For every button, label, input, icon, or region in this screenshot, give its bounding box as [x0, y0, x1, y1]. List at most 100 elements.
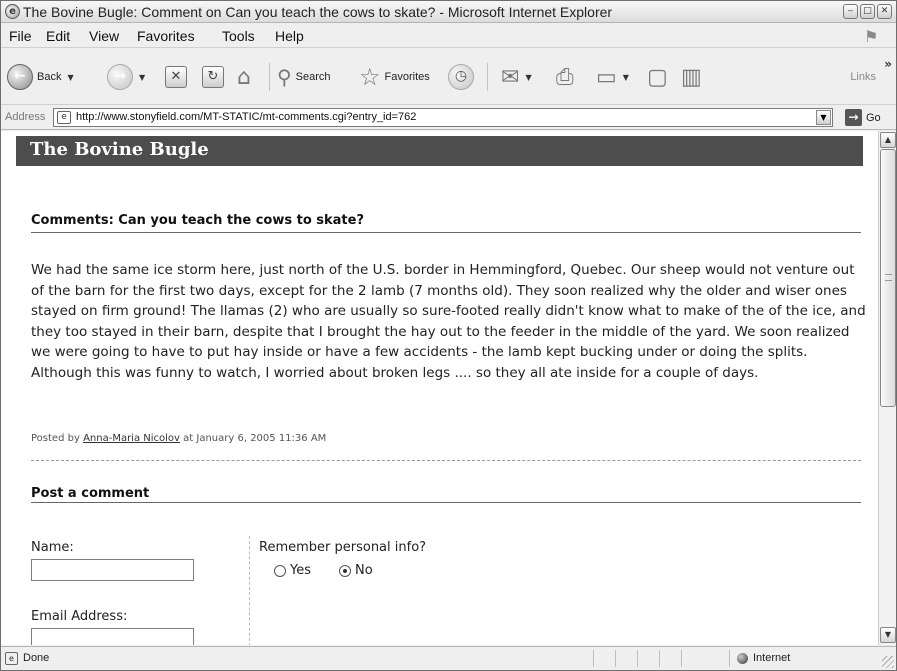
status-text: Done: [23, 652, 50, 664]
name-label: Name:: [31, 540, 74, 555]
toolbar-separator: [269, 63, 270, 91]
edit-button[interactable]: ▭ ▼: [596, 49, 629, 105]
refresh-icon: ↻: [202, 66, 224, 88]
go-arrow-icon: →: [845, 109, 862, 126]
remember-no-option[interactable]: No: [339, 563, 373, 578]
search-button[interactable]: ⚲ Search: [277, 49, 331, 105]
form-column-divider: [249, 536, 250, 645]
mail-icon: ✉: [501, 64, 520, 90]
radio-yes-label: Yes: [290, 563, 311, 578]
scroll-thumb[interactable]: [880, 149, 896, 407]
search-icon: ⚲: [277, 65, 292, 89]
status-separator: [615, 650, 616, 667]
print-button[interactable]: ⎙: [556, 49, 574, 105]
scroll-up-button[interactable]: ▲: [880, 132, 896, 148]
menu-view[interactable]: View: [89, 28, 119, 44]
mail-button[interactable]: ✉ ▼: [501, 49, 532, 105]
mail-dropdown-icon[interactable]: ▼: [525, 73, 531, 82]
home-icon: ⌂: [237, 64, 251, 90]
email-input[interactable]: [31, 628, 194, 645]
windows-logo-icon: ⚑: [864, 27, 879, 46]
comment-byline: Posted by Anna-Maria Nicolov at January …: [31, 433, 326, 444]
print-icon: ⎙: [556, 64, 574, 90]
address-url[interactable]: http://www.stonyfield.com/MT-STATIC/mt-c…: [76, 111, 416, 123]
back-label: Back: [37, 71, 62, 83]
home-button[interactable]: ⌂: [237, 49, 251, 105]
favorites-star-icon: ☆: [359, 63, 381, 91]
edit-dropdown-icon[interactable]: ▼: [623, 73, 629, 82]
author-link[interactable]: Anna-Maria Nicolov: [83, 433, 180, 444]
post-comment-heading: Post a comment: [31, 486, 150, 501]
discuss-icon: ▢: [647, 64, 668, 90]
back-dropdown-icon[interactable]: ▼: [67, 73, 73, 82]
maximize-button[interactable]: □: [860, 4, 875, 19]
security-zone: Internet: [753, 652, 791, 664]
status-bar: e Done Internet: [1, 646, 896, 670]
browser-window: e The Bovine Bugle: Comment on Can you t…: [0, 0, 897, 671]
posted-prefix: Posted by: [31, 433, 80, 444]
favorites-label: Favorites: [384, 71, 430, 83]
status-separator: [681, 650, 682, 667]
menu-help[interactable]: Help: [275, 28, 304, 44]
resize-grip-icon[interactable]: [882, 656, 894, 668]
history-icon: ◷: [448, 64, 474, 90]
menu-favorites[interactable]: Favorites: [137, 28, 195, 44]
back-arrow-icon: ←: [7, 64, 33, 90]
page-status-icon: e: [5, 652, 18, 665]
scroll-down-button[interactable]: ▼: [880, 627, 896, 643]
forward-arrow-icon: →: [107, 64, 133, 90]
search-label: Search: [295, 71, 331, 83]
minimize-button[interactable]: ‒: [843, 4, 858, 19]
history-button[interactable]: ◷: [448, 49, 474, 105]
blog-title[interactable]: The Bovine Bugle: [30, 139, 209, 160]
stop-button[interactable]: ✕: [165, 49, 187, 105]
address-dropdown-icon[interactable]: ▼: [816, 110, 831, 125]
address-bar: Address e http://www.stonyfield.com/MT-S…: [1, 106, 896, 130]
heading-rule: [31, 502, 861, 503]
forward-button[interactable]: → ▼: [107, 49, 145, 105]
title-bar: e The Bovine Bugle: Comment on Can you t…: [1, 1, 896, 23]
remember-label: Remember personal info?: [259, 540, 427, 555]
internet-zone-icon: [737, 653, 748, 664]
links-label[interactable]: Links: [850, 71, 876, 83]
menu-bar: File Edit View Favorites Tools Help ⚑: [1, 24, 896, 48]
comments-heading: Comments: Can you teach the cows to skat…: [31, 213, 365, 228]
status-separator: [593, 650, 594, 667]
favorites-button[interactable]: ☆ Favorites: [359, 49, 430, 105]
refresh-button[interactable]: ↻: [202, 49, 224, 105]
status-separator: [637, 650, 638, 667]
discuss-button[interactable]: ▢: [647, 49, 668, 105]
page-viewport: The Bovine Bugle Comments: Can you teach…: [1, 131, 878, 645]
scroll-grip-icon: [885, 274, 892, 281]
links-chevron-icon[interactable]: »: [884, 57, 892, 71]
heading-rule: [31, 232, 861, 233]
name-input[interactable]: [31, 559, 194, 581]
forward-dropdown-icon[interactable]: ▼: [139, 73, 145, 82]
comment-divider: [31, 460, 861, 461]
research-button[interactable]: ▥: [681, 49, 702, 105]
edit-icon: ▭: [596, 64, 617, 90]
window-title: The Bovine Bugle: Comment on Can you tea…: [23, 4, 613, 20]
address-input[interactable]: e http://www.stonyfield.com/MT-STATIC/mt…: [53, 108, 833, 127]
radio-yes[interactable]: [274, 564, 286, 577]
go-button[interactable]: → Go: [845, 109, 881, 126]
research-icon: ▥: [681, 64, 702, 90]
address-label: Address: [5, 111, 46, 123]
menu-tools[interactable]: Tools: [222, 28, 255, 44]
toolbar: ← Back ▼ → ▼ ✕ ↻ ⌂ ⚲ Search ☆ Favorites …: [1, 49, 896, 105]
radio-no-label: No: [355, 563, 373, 578]
vertical-scrollbar[interactable]: ▲ ▼: [878, 131, 896, 645]
email-label: Email Address:: [31, 609, 128, 624]
close-button[interactable]: ✕: [877, 4, 892, 19]
back-button[interactable]: ← Back ▼: [7, 49, 74, 105]
ie-page-icon: e: [5, 4, 20, 19]
status-separator: [659, 650, 660, 667]
radio-no[interactable]: [339, 564, 351, 577]
page-icon: e: [57, 111, 71, 124]
toolbar-separator: [487, 63, 488, 91]
remember-yes-option[interactable]: Yes: [274, 563, 311, 578]
stop-icon: ✕: [165, 66, 187, 88]
menu-edit[interactable]: Edit: [46, 28, 70, 44]
menu-file[interactable]: File: [9, 28, 32, 44]
posted-suffix: at January 6, 2005 11:36 AM: [183, 433, 327, 444]
